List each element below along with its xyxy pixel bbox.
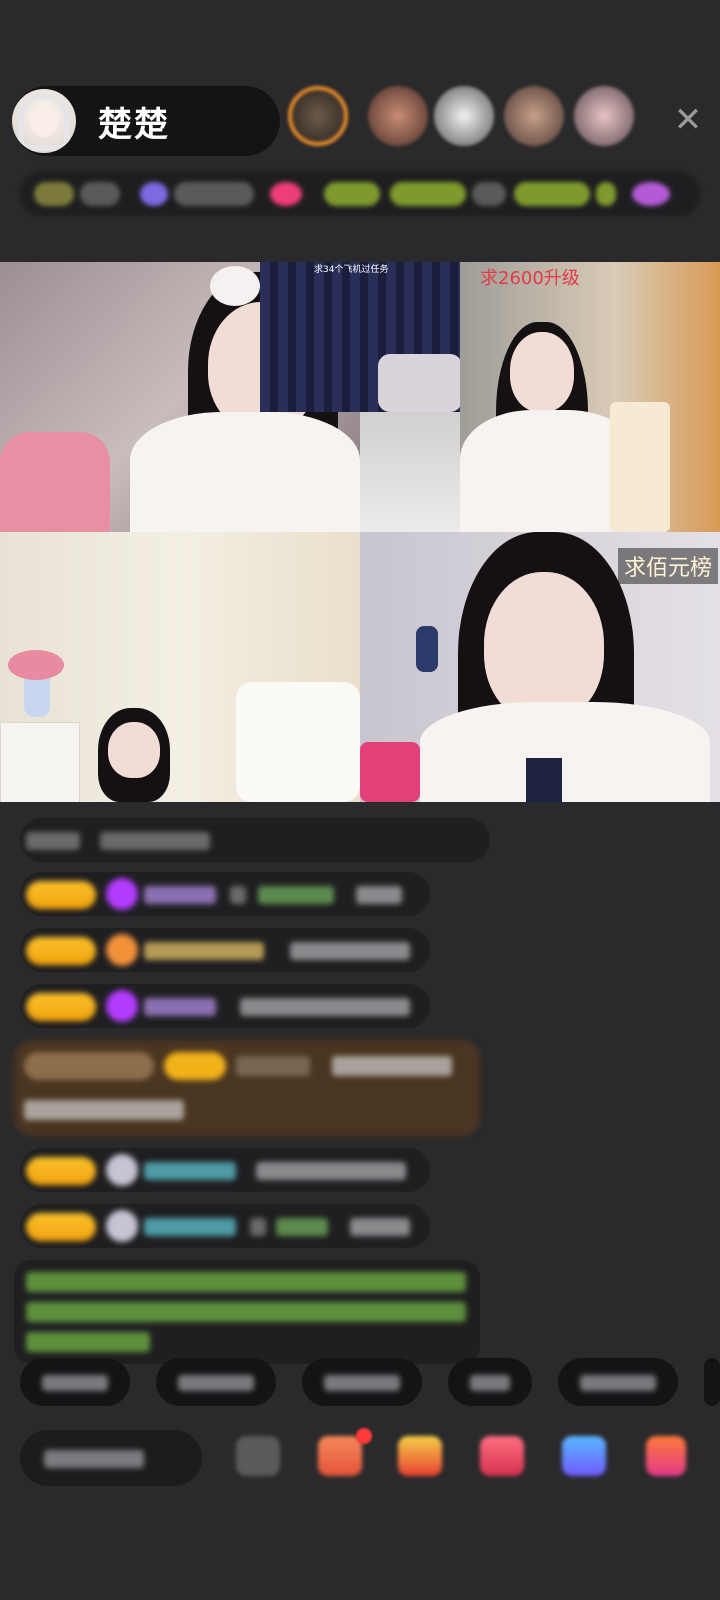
notification-dot <box>356 1428 372 1444</box>
quick-reply-chip[interactable] <box>156 1358 276 1406</box>
quick-reply-chip[interactable] <box>302 1358 422 1406</box>
user-avatar <box>106 1154 138 1186</box>
viewer-avatar-4[interactable] <box>504 86 564 146</box>
video-tile-bottom-left[interactable] <box>0 532 360 802</box>
tile-ranking-label: 求佰元榜 <box>617 548 718 584</box>
viewer-avatar-5[interactable] <box>574 86 634 146</box>
more-gifts-icon[interactable] <box>646 1436 686 1476</box>
quick-reply-chip[interactable] <box>448 1358 532 1406</box>
level-badge <box>26 937 96 965</box>
chat-message-row[interactable] <box>20 1148 430 1192</box>
gift-box-icon[interactable] <box>318 1436 362 1476</box>
video-tile-top-middle-lower <box>360 412 460 532</box>
level-badge <box>26 881 96 909</box>
user-avatar <box>106 1210 138 1242</box>
gem-icon <box>106 934 138 966</box>
gem-icon <box>106 990 138 1022</box>
host-info-pill[interactable]: 楚楚 <box>12 86 280 156</box>
chat-message-row[interactable] <box>20 1204 430 1248</box>
game-icon[interactable] <box>562 1436 606 1476</box>
viewer-avatar-2[interactable] <box>368 86 428 146</box>
gem-icon <box>106 878 138 910</box>
viewer-avatar-3[interactable] <box>434 86 494 146</box>
chat-message-row[interactable] <box>20 872 430 916</box>
viewer-avatar-1[interactable] <box>288 86 348 146</box>
room-info-bar[interactable] <box>20 172 700 216</box>
quick-reply-chip[interactable] <box>558 1358 678 1406</box>
emoji-icon[interactable] <box>236 1436 280 1476</box>
host-name: 楚楚 <box>98 104 170 145</box>
video-tile-top-right[interactable]: 求2600升级 <box>460 262 720 532</box>
tile-task-label: 求34个飞机过任务 <box>314 265 389 275</box>
chat-message-highlight[interactable] <box>14 1040 480 1136</box>
treasure-icon[interactable] <box>398 1436 442 1476</box>
host-avatar[interactable] <box>12 89 76 153</box>
tile-upgrade-label: 求2600升级 <box>480 268 580 289</box>
video-tile-bottom-right[interactable]: 求佰元榜 <box>360 532 720 802</box>
close-icon[interactable]: ✕ <box>668 100 708 140</box>
video-tile-top-middle[interactable]: 求34个飞机过任务 <box>260 262 460 412</box>
chat-message-system[interactable] <box>20 818 490 862</box>
level-badge <box>26 1157 96 1185</box>
chat-message-row[interactable] <box>20 984 430 1028</box>
chat-message-announcement[interactable] <box>14 1260 480 1364</box>
quick-reply-chip[interactable] <box>20 1358 130 1406</box>
chat-input[interactable] <box>20 1430 202 1486</box>
quick-reply-chip[interactable] <box>704 1358 720 1406</box>
heart-gift-icon[interactable] <box>480 1436 524 1476</box>
level-badge <box>26 1213 96 1241</box>
chat-message-row[interactable] <box>20 928 430 972</box>
level-badge <box>26 993 96 1021</box>
